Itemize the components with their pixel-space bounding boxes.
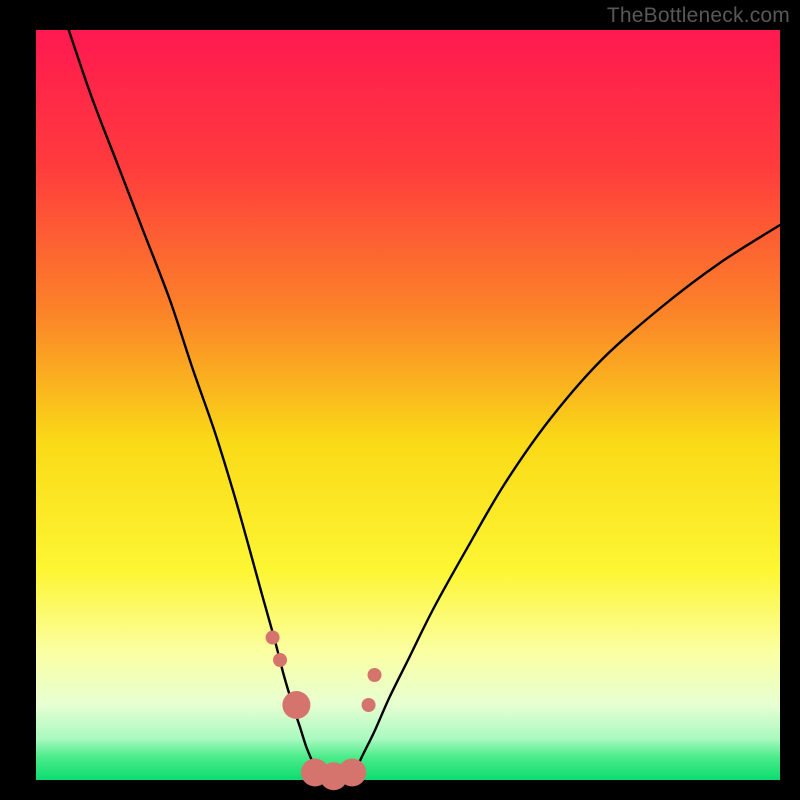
- markers-point: [338, 759, 366, 787]
- markers-point: [362, 698, 376, 712]
- plot-background: [36, 30, 780, 780]
- markers-point: [266, 631, 280, 645]
- markers-point: [273, 653, 287, 667]
- watermark-text: TheBottleneck.com: [607, 4, 790, 28]
- bottleneck-chart: [0, 0, 800, 800]
- markers-point: [368, 668, 382, 682]
- markers-point: [282, 691, 310, 719]
- chart-frame: TheBottleneck.com: [0, 0, 800, 800]
